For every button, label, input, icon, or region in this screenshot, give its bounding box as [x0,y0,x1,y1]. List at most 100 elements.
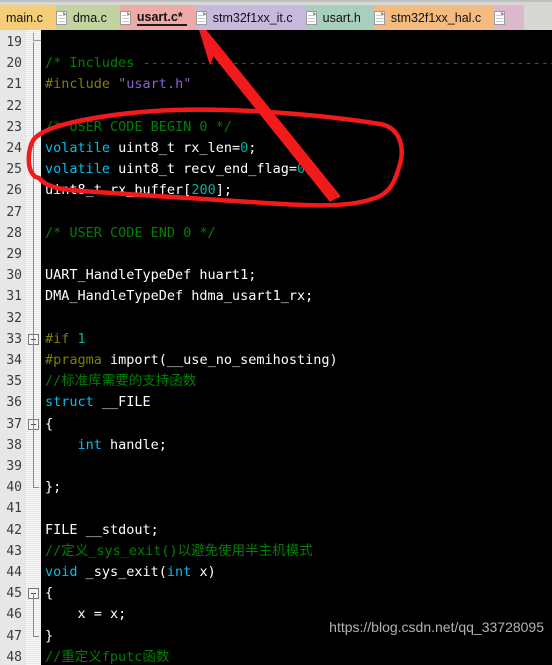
code-line-24[interactable]: volatile uint8_t rx_len=0; [45,138,256,159]
editor-tab-label: dma.c [72,10,107,25]
line-number: 48 [6,649,22,665]
code-token: x = x; [45,606,127,623]
code-line-42[interactable]: FILE __stdout; [45,520,159,541]
fold-guide-line [33,42,34,339]
code-token: handle; [101,436,167,453]
line-number: 44 [6,565,22,580]
line-number: 43 [6,543,22,559]
line-number: 34 [6,353,22,368]
code-line-21[interactable]: #include "usart.h" [45,74,191,95]
code-token: uint8_t rx_buffer[ [45,182,192,199]
line-number: 45 [6,586,22,602]
editor-tab-usart-h[interactable]: usart.h [299,5,375,30]
code-token: FILE __stdout; [45,521,159,538]
fold-end-line-47 [33,635,39,637]
code-token: import(__use_no_semihosting) [101,352,338,368]
code-line-43[interactable]: //定义_sys_exit()以避免使用半主机模式 [45,541,313,562]
line-number: 38 [6,437,22,453]
file-icon [305,10,317,25]
code-token: 0 [296,161,306,178]
line-number: 25 [6,162,22,178]
editor-tab-main-c[interactable]: main.c [0,5,57,30]
line-number: 37 [6,416,22,432]
editor-tab-dma-c[interactable]: dma.c [49,5,121,30]
code-token: volatile [45,140,111,156]
file-icon [119,10,131,25]
code-token: { [45,415,54,432]
code-line-30[interactable]: UART_HandleTypeDef huart1; [45,265,256,286]
editor-body: 19 20 21 22 23 24 25 26 27 28 29 30 31 32 33 34 35 36 37 38… [0,30,552,665]
code-token: ; [248,140,257,156]
code-line-25[interactable]: volatile uint8_t recv_end_flag=0; [45,159,313,180]
line-number: 47 [6,628,22,644]
code-line-35[interactable]: //标准库需要的支持函数 [45,371,196,392]
code-line-47[interactable]: } [45,626,53,647]
line-number: 36 [6,395,22,411]
code-line-34[interactable]: #pragma import(__use_no_semihosting) [45,350,338,371]
editor-tab-label: main.c [6,10,43,25]
editor-tab-stm32f1xx-it-c[interactable]: stm32f1xx_it.c [189,5,307,30]
file-icon [195,10,207,25]
code-token: } [45,627,54,644]
line-number: 22 [6,98,22,114]
code-line-20[interactable]: /* Includes ----------------------------… [45,53,552,74]
fold-top-corner [33,33,41,41]
code-line-45[interactable]: { [45,583,53,604]
code-line-26[interactable]: uint8_t rx_buffer[200]; [45,180,232,201]
line-number: 28 [6,225,22,241]
code-token: #pragma [45,352,102,368]
file-icon [494,10,506,25]
code-token: volatile [45,161,111,178]
editor-tab-label: usart.c* [136,10,187,26]
editor-tab-usart-c-[interactable]: usart.c* [113,5,197,30]
fold-guide-line [33,593,34,636]
code-line-36[interactable]: struct __FILE [45,392,151,413]
code-token: "usart.h" [118,76,192,93]
code-line-28[interactable]: /* USER CODE END 0 */ [45,223,216,244]
code-line-37[interactable]: { [45,414,53,435]
code-token: #include [45,76,111,93]
code-token: uint8_t recv_end_flag= [110,161,297,178]
code-token: int [166,564,192,580]
editor-tab-label: stm32f1xx_hal.c [390,10,482,25]
code-token: _sys_exit( [77,564,167,580]
code-token: //定义_sys_exit()以避免使用半主机模式 [45,542,313,559]
code-token: struct [45,394,94,411]
fold-guide-line [33,338,34,488]
watermark-text: https://blog.csdn.net/qq_33728095 [329,619,544,635]
code-token: void [45,564,78,580]
code-token: x) [191,564,216,580]
code-line-40[interactable]: }; [45,477,61,498]
code-folding-column[interactable] [26,30,41,665]
line-number-gutter: 19 20 21 22 23 24 25 26 27 28 29 30 31 32 33 34 35 36 37 38… [0,30,26,665]
code-line-48[interactable]: //重定义fputc函数 [45,647,169,665]
code-token: ; [305,161,314,178]
line-number: 29 [6,247,22,262]
editor-tab-strip: main.c dma.c usart.c* stm32f1xx_it.c usart.h… [0,0,552,30]
code-token: /* Includes ----------------------------… [45,55,552,72]
code-token: 0 [240,140,249,156]
code-line-33[interactable]: #if 1 [45,329,86,350]
line-number: 41 [6,501,22,517]
code-token: /* USER CODE END 0 */ [45,224,216,241]
code-token: 1 [77,330,86,347]
code-line-38[interactable]: int handle; [45,435,167,456]
editor-tab-label: stm32f1xx_it.c [212,10,293,25]
code-line-23[interactable]: /* USER CODE BEGIN 0 */ [45,117,232,138]
code-token: int [77,436,102,453]
code-token: 200 [191,182,216,199]
code-token: uint8_t rx_len= [110,140,241,156]
code-line-46[interactable]: x = x; [45,604,127,625]
code-text-area[interactable]: /* Includes ----------------------------… [41,30,552,665]
code-editor-window: main.c dma.c usart.c* stm32f1xx_it.c usart.h… [0,0,552,665]
line-number: 31 [6,289,22,305]
line-number: 27 [6,204,22,220]
code-token: #if [45,330,70,347]
code-line-44[interactable]: void _sys_exit(int x) [45,562,216,583]
editor-tab-stm32f1xx-hal-c[interactable]: stm32f1xx_hal.c [367,5,496,30]
code-line-31[interactable]: DMA_HandleTypeDef hdma_usart1_rx; [45,286,313,307]
code-token: //重定义fputc函数 [45,648,170,665]
